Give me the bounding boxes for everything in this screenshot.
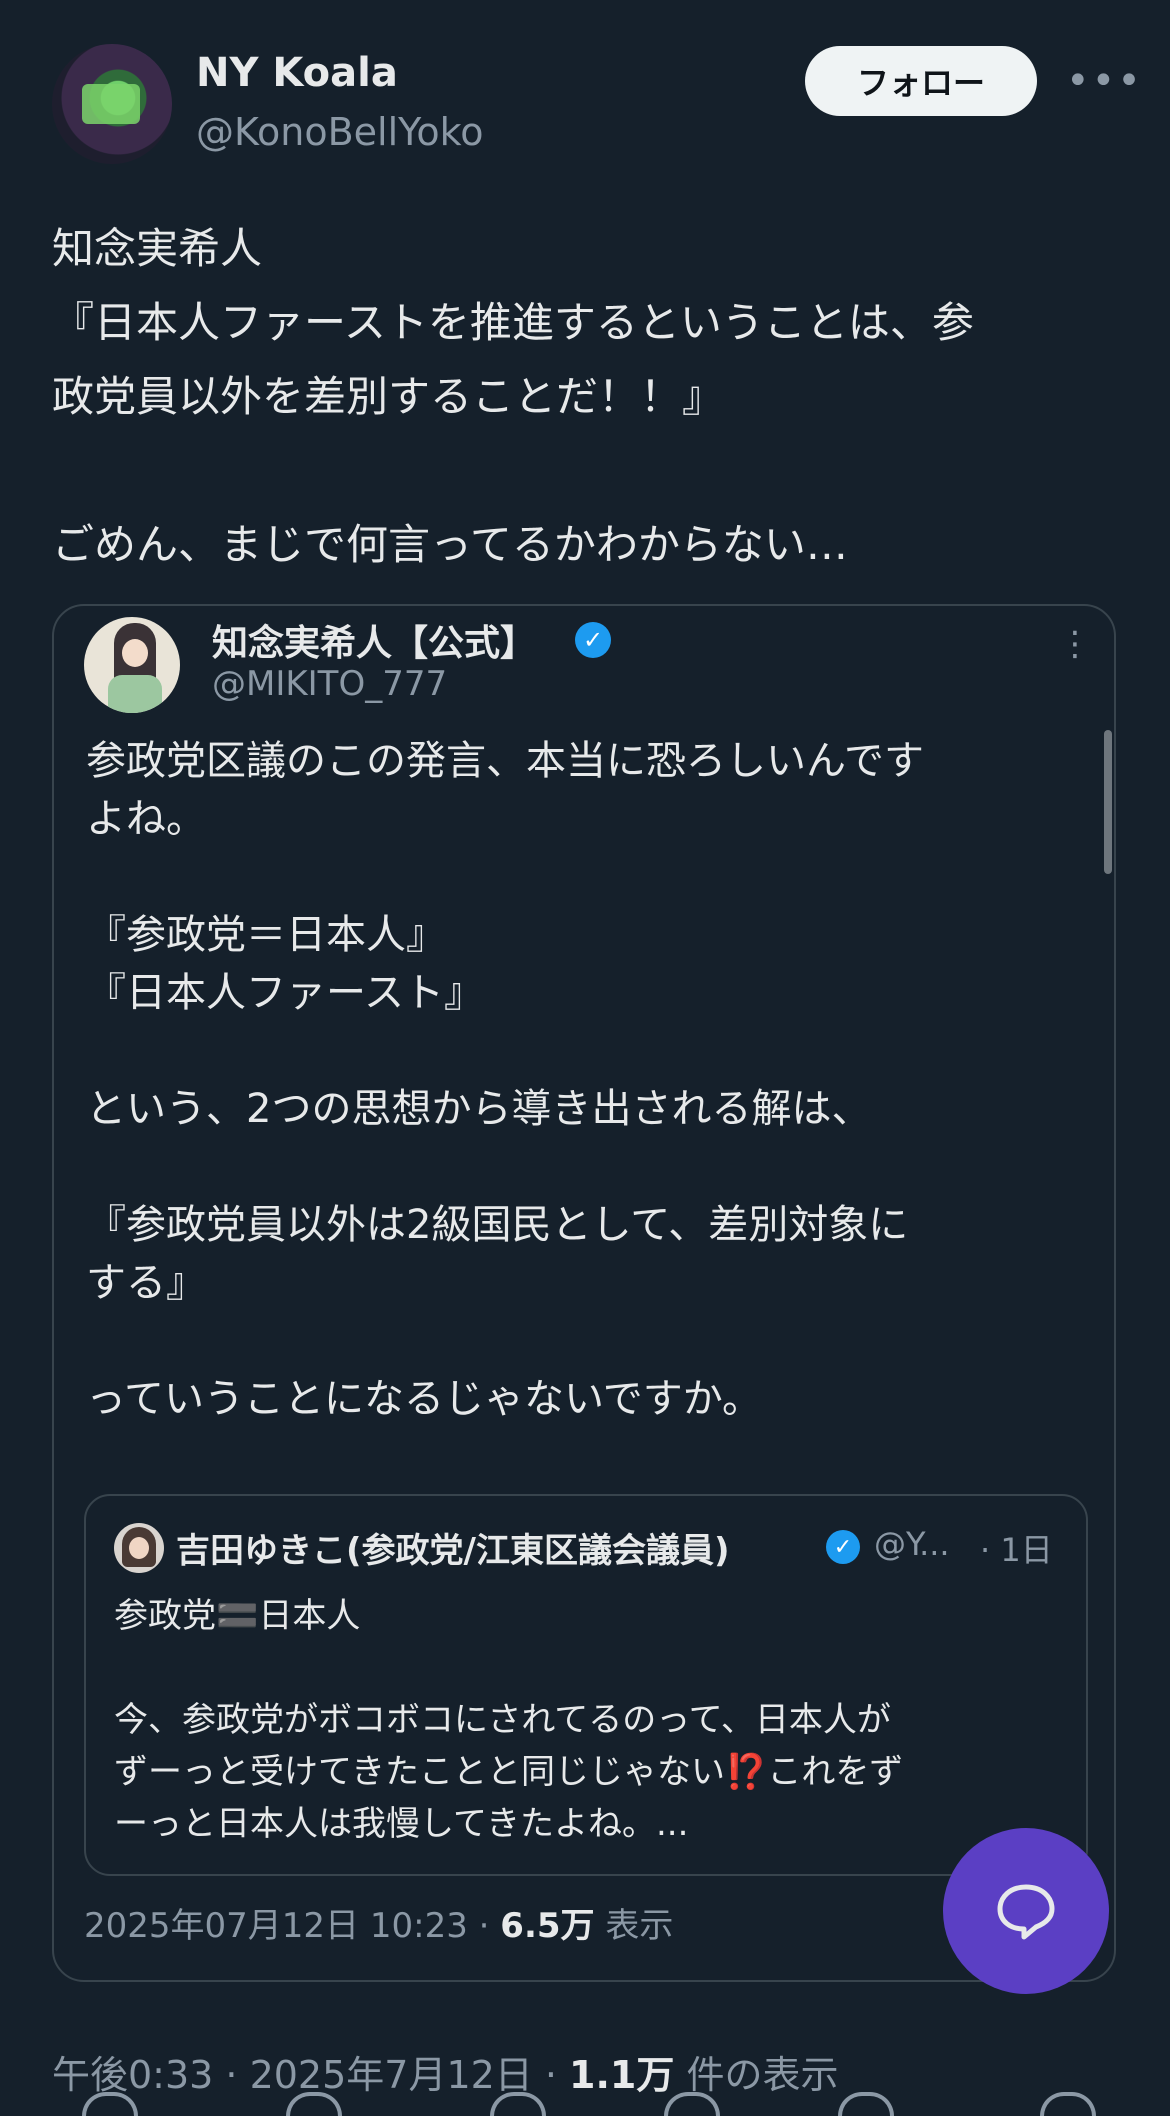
grok-icon[interactable] xyxy=(490,2092,546,2116)
nested-timestamp: · 1日 xyxy=(980,1531,1053,1569)
verified-badge-icon: ✓ xyxy=(575,622,611,658)
chat-bubble-icon xyxy=(997,1884,1055,1940)
quoted-view-count: 6.5万 xyxy=(500,1906,595,1946)
view-label: 件の表示 xyxy=(674,2053,839,2097)
quoted-tweet-meta: 2025年07月12日 10:23 · 6.5万 表示 xyxy=(84,1898,673,1947)
more-options-icon[interactable]: ••• xyxy=(1066,58,1143,104)
quoted-author-name[interactable]: 知念実希人【公式】 xyxy=(212,614,536,666)
follow-button[interactable]: フォロー xyxy=(805,46,1037,116)
quoted-tweet-text: 参政党区議のこの発言、本当に恐ろしいんです よね。 『参政党＝日本人』 『日本人… xyxy=(86,738,924,1422)
quoted-more-options-icon[interactable]: ⋮ xyxy=(1058,627,1092,661)
communities-icon[interactable] xyxy=(1040,2092,1096,2116)
search-icon[interactable] xyxy=(286,2092,342,2116)
quoted-author-handle[interactable]: @MIKITO_777 xyxy=(212,664,447,704)
action-bar xyxy=(0,2092,1170,2116)
quoted-date: 2025年07月12日 10:23 · xyxy=(84,1906,501,1946)
author-avatar[interactable] xyxy=(52,44,172,164)
quoted-view-label: 表示 xyxy=(594,1906,674,1946)
tweet-footer-meta: 午後0:33 · 2025年7月12日 · 1.1万 件の表示 xyxy=(52,2044,838,2099)
home-icon[interactable] xyxy=(82,2092,138,2116)
compose-chat-button[interactable] xyxy=(943,1828,1109,1994)
nested-author-avatar[interactable] xyxy=(114,1523,164,1573)
nested-tweet-text: 参政党🟰日本人 今、参政党がボコボコにされてるのって、日本人が ずーっと受けてき… xyxy=(114,1596,904,1844)
scrollbar[interactable] xyxy=(1104,730,1112,874)
tweet-text: 知念実希人 『日本人ファーストを推進するということは、参 政党員以外を差別するこ… xyxy=(52,224,974,569)
view-count: 1.1万 xyxy=(569,2053,675,2097)
author-handle[interactable]: @KonoBellYoko xyxy=(196,110,484,154)
nested-author-name[interactable]: 吉田ゆきこ(参政党/江東区議会議員) xyxy=(176,1523,730,1572)
messages-icon[interactable] xyxy=(838,2092,894,2116)
post-time: 午後0:33 · 2025年7月12日 · xyxy=(52,2053,570,2097)
nested-verified-badge-icon: ✓ xyxy=(826,1530,860,1564)
author-name[interactable]: NY Koala xyxy=(196,50,398,96)
quoted-author-avatar[interactable] xyxy=(84,617,180,713)
notifications-icon[interactable] xyxy=(664,2092,720,2116)
nested-author-handle[interactable]: @Y... xyxy=(874,1525,950,1563)
